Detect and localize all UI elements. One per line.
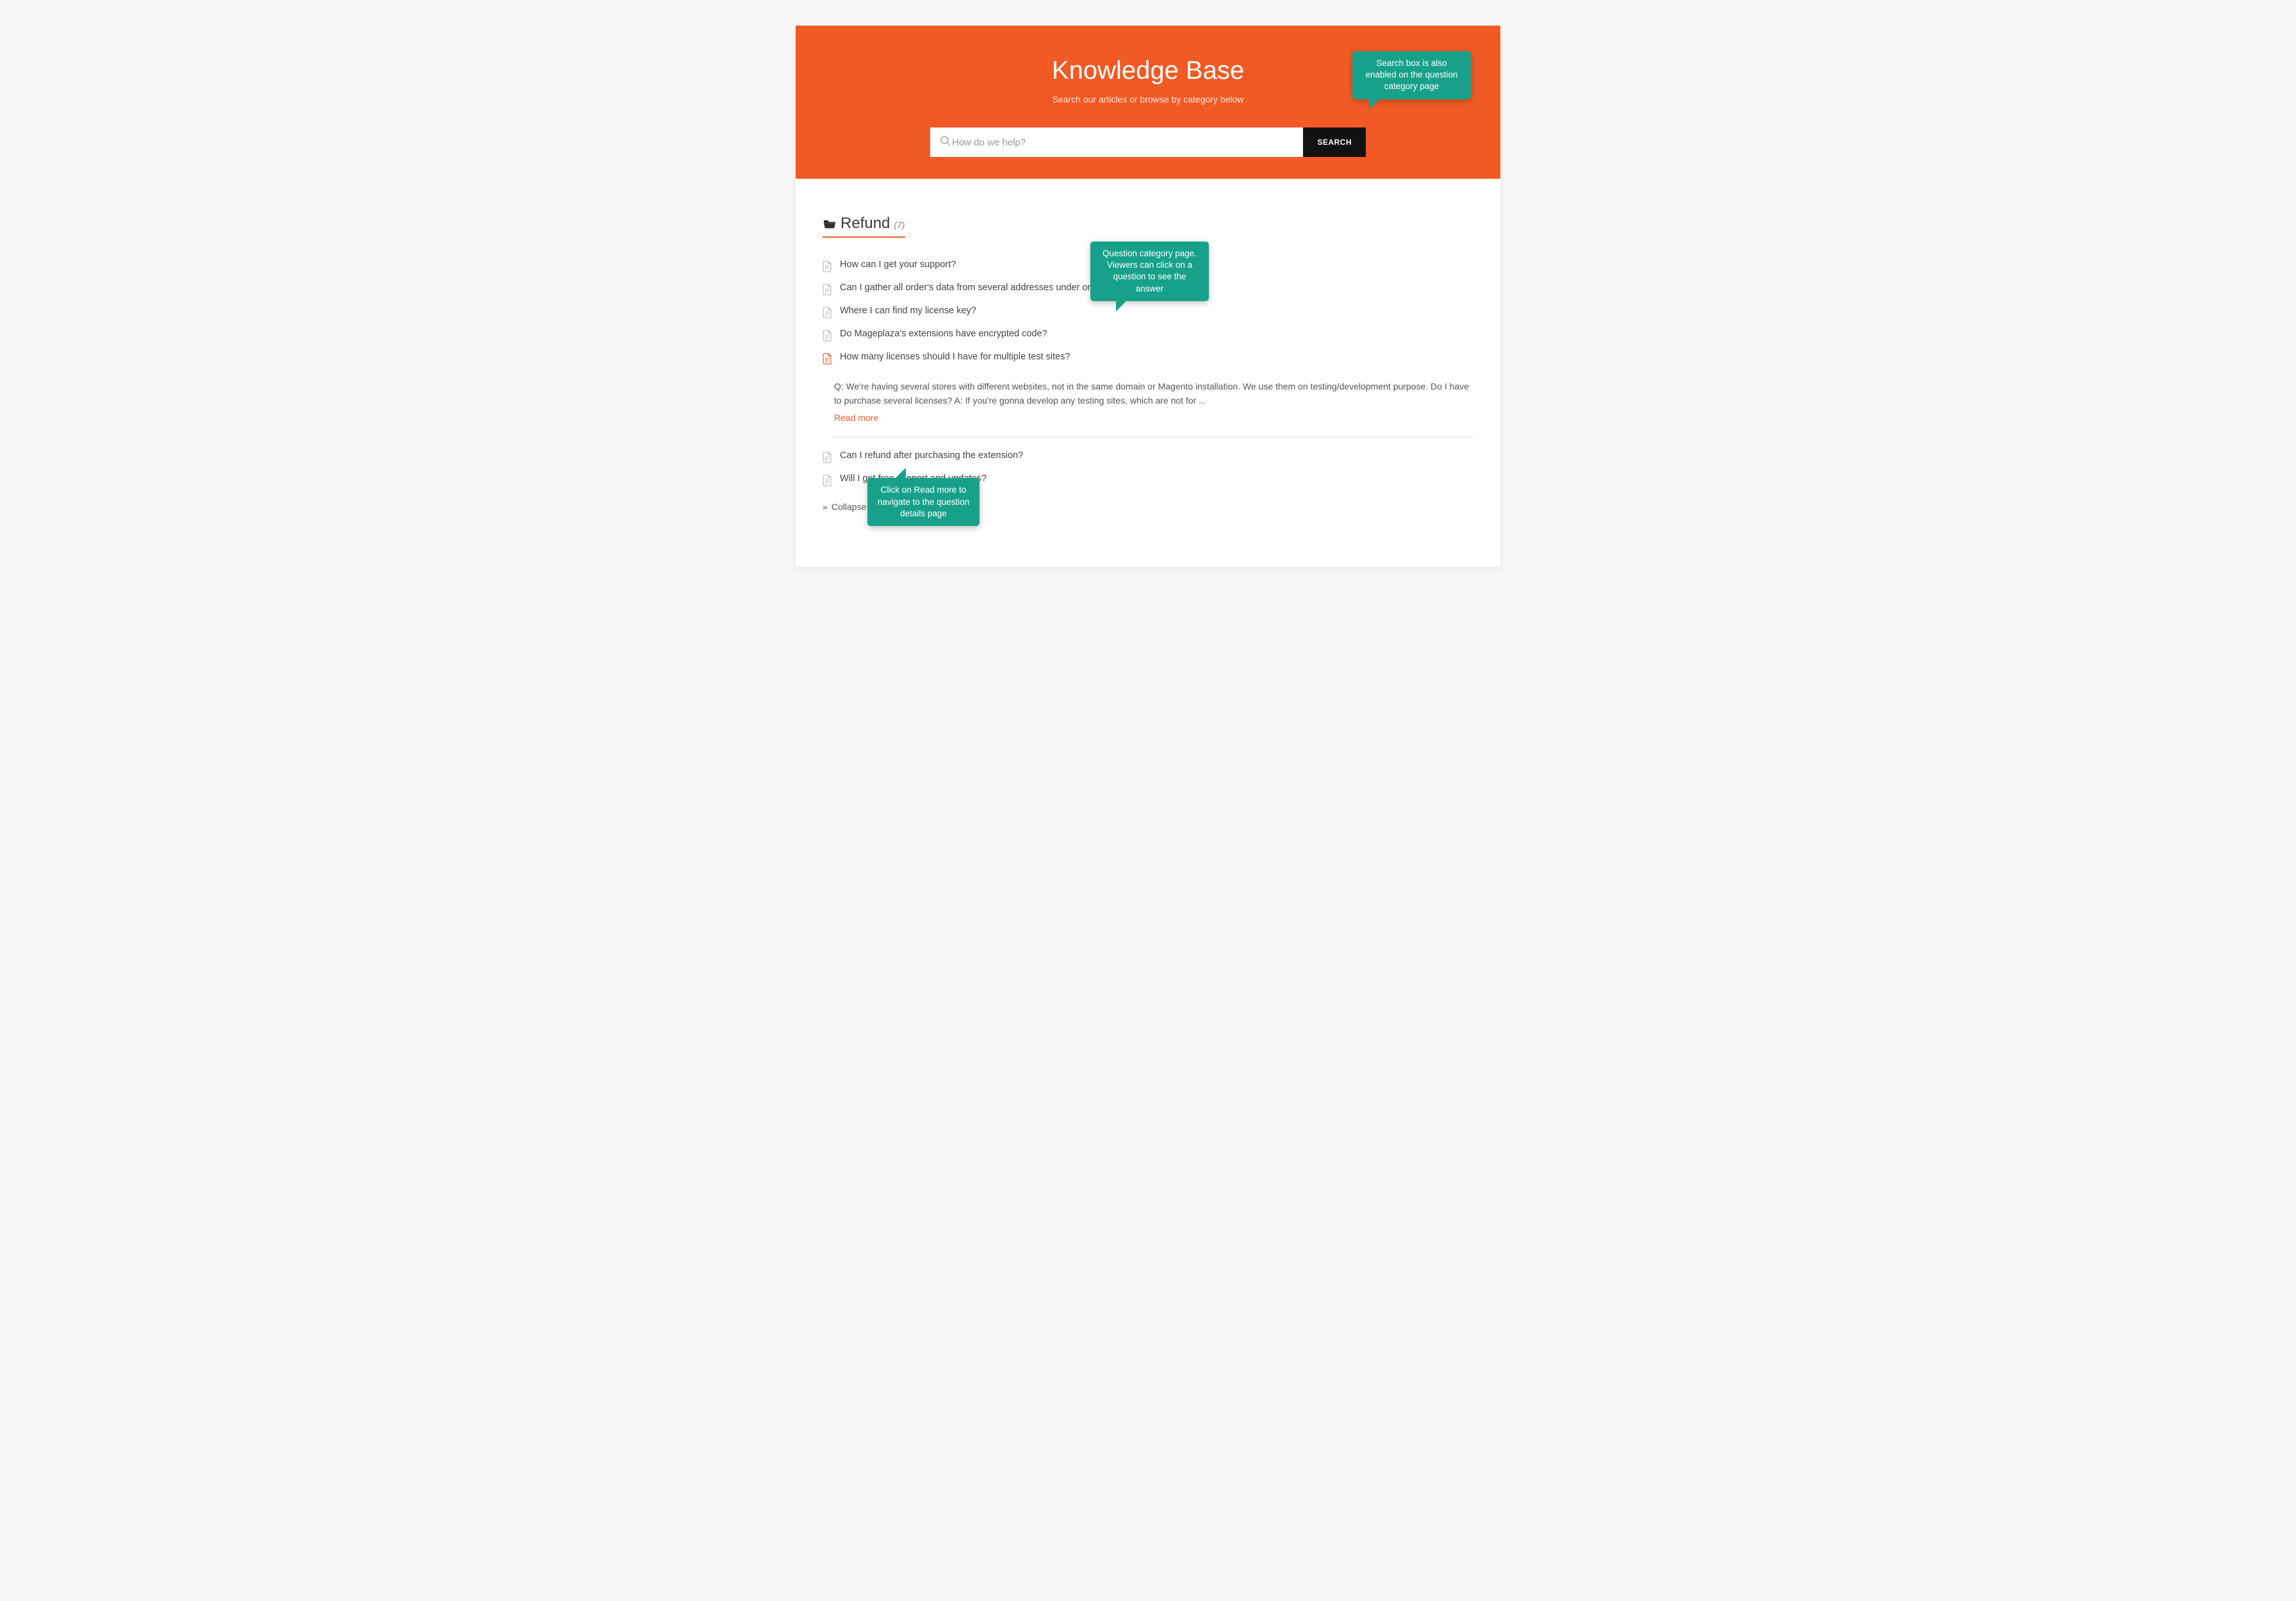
question-title: Where I can find my license key? — [840, 306, 976, 316]
document-icon — [823, 307, 832, 321]
category-heading: Refund (7) — [823, 215, 905, 238]
folder-icon — [823, 218, 837, 231]
read-more-link[interactable]: Read more — [834, 411, 878, 425]
hero-banner: Knowledge Base Search our articles or br… — [796, 26, 1500, 179]
question-title: How many licenses should I have for mult… — [840, 352, 1070, 362]
page-card: Knowledge Base Search our articles or br… — [796, 26, 1500, 567]
annotation-callout-category: Question category page. Viewers can clic… — [1090, 242, 1209, 301]
chevron-double-icon: » — [823, 502, 828, 512]
category-name: Refund — [840, 215, 890, 233]
question-excerpt: Q: We're having several stores with diff… — [834, 380, 1473, 438]
collapse-label: Collapse — [832, 502, 866, 512]
category-count: (7) — [894, 220, 905, 230]
question-title: Can I refund after purchasing the extens… — [840, 450, 1023, 461]
question-title: Do Mageplaza's extensions have encrypted… — [840, 329, 1047, 339]
question-title: How can I get your support? — [840, 259, 956, 270]
document-icon — [823, 261, 832, 275]
question-item[interactable]: Where I can find my license key? — [823, 302, 1473, 325]
question-title: Can I gather all order's data from sever… — [840, 283, 1128, 293]
question-item[interactable]: Do Mageplaza's extensions have encrypted… — [823, 325, 1473, 348]
document-icon — [823, 452, 832, 466]
search-button[interactable]: SEARCH — [1303, 127, 1366, 157]
content-area: Refund (7) How can I get your support? C… — [796, 179, 1500, 567]
question-item[interactable]: Can I refund after purchasing the extens… — [823, 447, 1473, 470]
question-item[interactable]: How many licenses should I have for mult… — [823, 348, 1473, 371]
collapse-button[interactable]: » Collapse — [823, 502, 866, 512]
excerpt-text: Q: We're having several stores with diff… — [834, 381, 1469, 406]
search-input[interactable] — [952, 137, 1294, 148]
annotation-callout-search: Search box is also enabled on the questi… — [1352, 51, 1471, 99]
document-icon — [823, 284, 832, 298]
search-row: SEARCH — [930, 127, 1366, 157]
search-icon — [939, 135, 952, 151]
document-icon — [823, 353, 832, 367]
search-box — [930, 127, 1303, 157]
annotation-callout-readmore: Click on Read more to navigate to the qu… — [867, 478, 980, 526]
document-icon — [823, 475, 832, 489]
document-icon — [823, 330, 832, 344]
